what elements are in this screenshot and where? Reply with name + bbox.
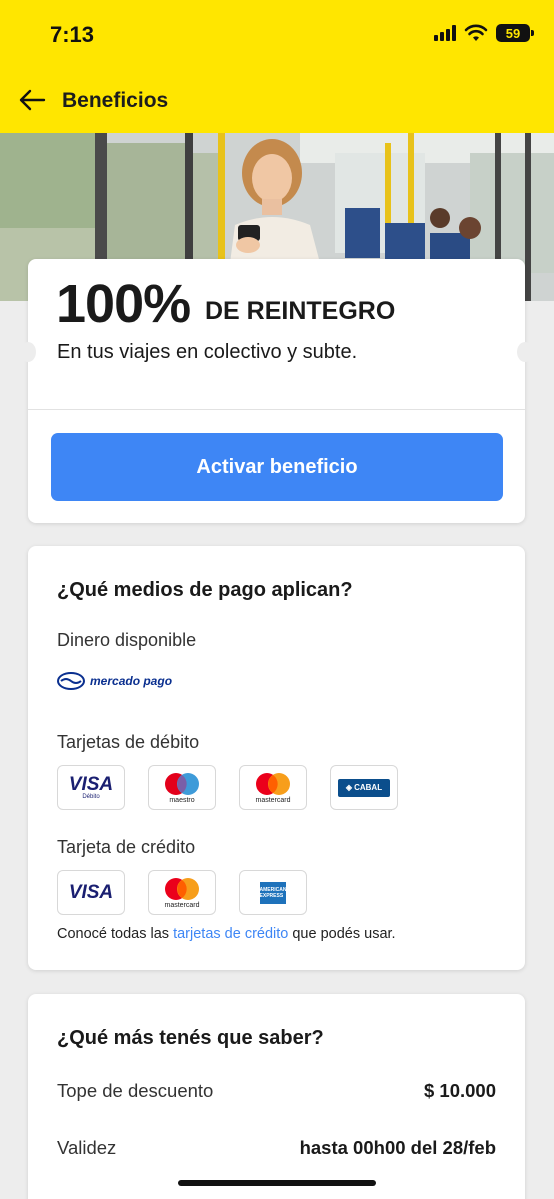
validity-value: hasta 00h00 del 28/feb xyxy=(299,1137,496,1158)
amex-card: AMERICAN EXPRESS xyxy=(239,870,307,915)
app-header: 7:13 59 Beneficios xyxy=(0,0,554,133)
validity-label: Validez xyxy=(57,1137,117,1158)
discount-cap-value: $ 10.000 xyxy=(423,1080,496,1101)
mastercard-debit-card: mastercard xyxy=(239,765,307,810)
visa-credit-card: VISA xyxy=(57,870,125,915)
battery-level: 59 xyxy=(505,25,521,41)
cabal-logo: ◈ CABAL xyxy=(338,778,390,797)
visa-debit-card: VISA Débito xyxy=(57,765,125,810)
payment-section-title: ¿Qué medios de pago aplican? xyxy=(57,579,353,601)
maestro-label: maestro xyxy=(169,796,195,804)
mastercard-label: mastercard xyxy=(255,796,291,804)
ticket-notch-left xyxy=(20,342,36,362)
wallet-label: Dinero disponible xyxy=(57,630,197,650)
ticket-notch-right xyxy=(517,342,533,362)
debit-cards-row: VISA Débito maestro mastercard ◈ CABAL xyxy=(57,765,398,810)
activate-benefit-button[interactable]: Activar beneficio xyxy=(51,433,503,501)
promo-card: 100% DE REINTEGRO En tus viajes en colec… xyxy=(20,259,533,523)
wifi-icon xyxy=(464,24,488,41)
mastercard-credit-card: mastercard xyxy=(148,870,216,915)
back-arrow-icon xyxy=(19,89,46,111)
maestro-logo-icon xyxy=(165,772,199,795)
note-suffix: que podés usar. xyxy=(288,926,396,942)
status-icons: 59 xyxy=(434,24,534,42)
status-time: 7:13 xyxy=(50,22,95,47)
divider xyxy=(28,409,525,410)
back-button[interactable] xyxy=(14,84,50,116)
promo-subtitle: En tus viajes en colectivo y subte. xyxy=(57,341,358,363)
discount-cap-row: Tope de descuento $ 10.000 xyxy=(57,1080,496,1102)
credit-label: Tarjeta de crédito xyxy=(57,837,196,857)
page-title: Beneficios xyxy=(62,89,169,112)
mercado-pago-logo: mercado pago xyxy=(56,671,172,691)
credit-cards-link[interactable]: tarjetas de crédito xyxy=(173,926,288,942)
promo-headline: DE REINTEGRO xyxy=(205,297,396,325)
discount-cap-label: Tope de descuento xyxy=(57,1080,214,1101)
debit-label: Tarjetas de débito xyxy=(57,732,200,752)
mercado-pago-logo-text: mercado pago xyxy=(90,673,173,688)
cabal-label: CABAL xyxy=(354,783,383,792)
mastercard-logo-icon xyxy=(256,772,290,795)
visa-logo: VISA xyxy=(68,881,114,903)
mastercard-label: mastercard xyxy=(164,901,200,909)
more-info-title: ¿Qué más tenés que saber? xyxy=(57,1027,324,1049)
home-indicator[interactable] xyxy=(178,1180,376,1186)
maestro-card: maestro xyxy=(148,765,216,810)
credit-cards-row: VISA mastercard AMERICAN EXPRESS xyxy=(57,870,307,915)
payment-methods-card: ¿Qué medios de pago aplican? Dinero disp… xyxy=(28,546,525,970)
more-info-card: ¿Qué más tenés que saber? Tope de descue… xyxy=(28,994,525,1199)
mercado-pago-logo-icon xyxy=(57,672,85,690)
signal-icon xyxy=(434,25,456,41)
credit-cards-note: Conocé todas las tarjetas de crédito que… xyxy=(57,926,396,942)
battery-icon: 59 xyxy=(496,24,534,42)
note-prefix: Conocé todas las xyxy=(57,926,174,942)
mastercard-logo-icon xyxy=(165,877,199,900)
visa-logo: VISA xyxy=(68,773,114,795)
promo-percent: 100% xyxy=(56,274,191,334)
cabal-card: ◈ CABAL xyxy=(330,765,398,810)
visa-debit-sub: Débito xyxy=(82,793,100,800)
amex-logo: AMERICAN EXPRESS xyxy=(260,881,286,904)
validity-row: Validez hasta 00h00 del 28/feb xyxy=(57,1137,496,1159)
